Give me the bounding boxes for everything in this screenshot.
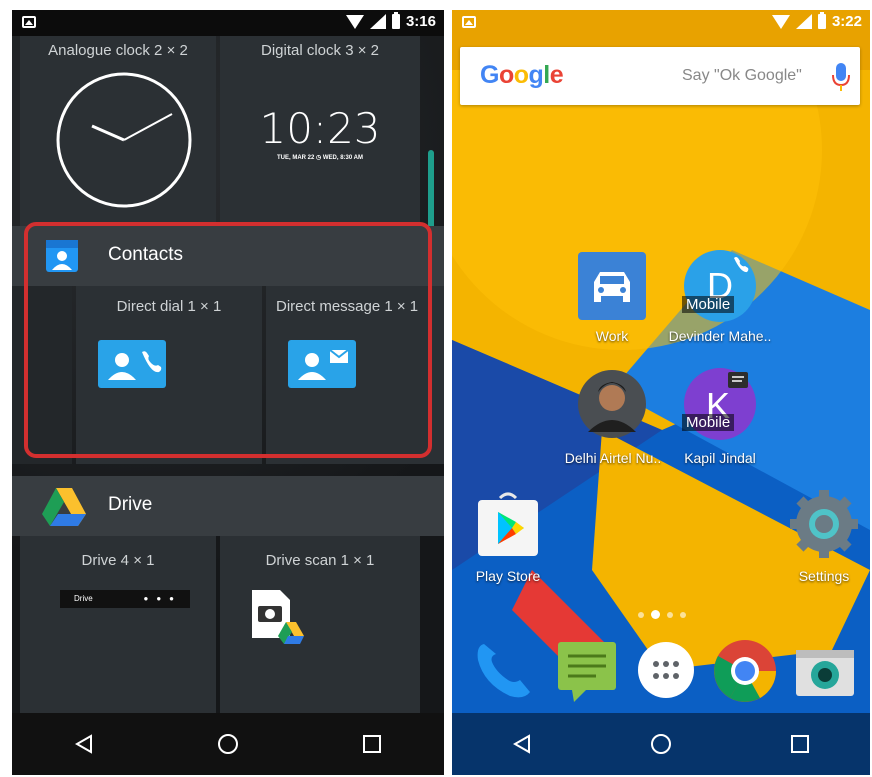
kapil-contact-shortcut[interactable]: K Mobile <box>682 366 758 442</box>
home-button[interactable] <box>631 724 691 764</box>
status-bar: 3:16 <box>12 10 444 36</box>
battery-icon <box>391 12 400 29</box>
kapil-mobile-tag: Mobile <box>682 414 735 431</box>
devinder-label: Devinder Mahe.. <box>668 328 772 344</box>
play-store-icon <box>478 492 538 556</box>
screenshot-notification-icon <box>462 16 476 28</box>
page-dot <box>667 611 673 618</box>
contacts-highlight-box <box>24 222 432 458</box>
kapil-label: Kapil Jindal <box>684 450 756 466</box>
back-button[interactable] <box>492 724 552 764</box>
settings-app[interactable] <box>788 488 860 560</box>
drive-app-icon <box>42 488 86 526</box>
home-screen: 3:22 Google Say "Ok Google" Work D Mobil… <box>452 10 870 775</box>
phone-icon <box>477 644 530 698</box>
work-app-label: Work <box>595 328 629 344</box>
work-app[interactable] <box>576 250 648 322</box>
devinder-mobile-tag: Mobile <box>682 296 735 313</box>
battery-icon <box>817 12 826 29</box>
mic-icon[interactable] <box>830 61 852 93</box>
scrollbar[interactable] <box>428 150 434 230</box>
analogue-clock-label: Analogue clock 2 × 2 <box>48 42 188 59</box>
signal-icon <box>369 14 386 29</box>
page-indicator[interactable] <box>638 610 686 619</box>
contact-photo-avatar <box>578 370 646 438</box>
camera-icon <box>796 650 854 696</box>
delhi-airtel-contact-shortcut[interactable] <box>576 368 648 440</box>
chrome-app[interactable] <box>710 636 780 706</box>
wifi-icon <box>345 14 364 29</box>
drive-scan-label: Drive scan 1 × 1 <box>265 552 375 569</box>
home-icon <box>218 734 238 754</box>
navigation-bar <box>12 713 444 775</box>
drive-scan-icon <box>252 590 304 644</box>
drive-widget-preview: Drive ●●● <box>60 590 190 608</box>
widget-picker-screen: 3:16 Analogue clock 2 × 2 Digital clock … <box>12 10 444 775</box>
recents-button[interactable] <box>342 724 402 764</box>
drive-widget-label: Drive 4 × 1 <box>81 552 155 569</box>
play-store-app[interactable] <box>472 490 544 562</box>
google-search-bar[interactable]: Google Say "Ok Google" <box>460 47 860 105</box>
delhi-airtel-label: Delhi Airtel Nu.. <box>564 450 662 466</box>
back-icon <box>74 734 92 754</box>
digital-clock-date: TUE, MAR 22 ◷ WED, 8:30 AM <box>276 155 364 161</box>
digital-clock-widget[interactable]: Digital clock 3 × 2 10:23 TUE, MAR 22 ◷ … <box>220 36 420 226</box>
status-time: 3:16 <box>405 13 436 30</box>
drive-bar-text: Drive <box>74 594 93 603</box>
settings-label: Settings <box>798 568 850 584</box>
page-dot <box>680 611 686 618</box>
drive-widget[interactable]: Drive 4 × 1 Drive ●●● <box>20 536 216 714</box>
signal-icon <box>795 14 812 29</box>
drive-scan-widget[interactable]: Drive scan 1 × 1 <box>220 536 420 714</box>
drive-section-title: Drive <box>108 494 153 515</box>
phone-app[interactable] <box>470 636 540 706</box>
status-time: 3:22 <box>831 13 862 30</box>
page-dot <box>638 611 644 618</box>
search-hint: Say "Ok Google" <box>682 67 802 84</box>
recents-icon <box>363 735 381 753</box>
recents-icon <box>791 735 810 753</box>
analogue-clock-widget[interactable]: Analogue clock 2 × 2 <box>20 36 216 226</box>
navigation-bar <box>452 713 870 775</box>
gear-icon <box>790 490 858 558</box>
digital-clock-time: 10:23 <box>259 104 381 153</box>
back-icon <box>512 734 530 754</box>
chrome-icon <box>714 640 776 702</box>
car-icon <box>578 252 646 320</box>
app-drawer-button[interactable] <box>634 638 698 702</box>
system-icons: 3:16 <box>345 12 436 30</box>
messages-icon <box>558 642 616 702</box>
system-icons: 3:22 <box>771 12 862 30</box>
messages-app[interactable] <box>552 636 622 706</box>
camera-app[interactable] <box>792 638 858 704</box>
devinder-contact-shortcut[interactable]: D Mobile <box>682 248 758 324</box>
home-button[interactable] <box>198 724 258 764</box>
back-button[interactable] <box>54 724 114 764</box>
status-bar: 3:22 <box>452 10 870 36</box>
home-icon <box>650 734 671 754</box>
google-logo: Google <box>480 61 564 89</box>
digital-clock-label: Digital clock 3 × 2 <box>261 42 379 59</box>
recents-button[interactable] <box>770 724 830 764</box>
app-drawer-icon <box>638 642 694 698</box>
drive-bar-icons: ●●● <box>143 594 182 603</box>
drive-section-header: Drive <box>12 476 444 536</box>
play-store-label: Play Store <box>475 568 541 584</box>
page-dot-active <box>651 610 660 619</box>
wifi-icon <box>771 14 790 29</box>
analogue-clock-face <box>56 72 192 208</box>
screenshot-notification-icon <box>22 16 36 28</box>
